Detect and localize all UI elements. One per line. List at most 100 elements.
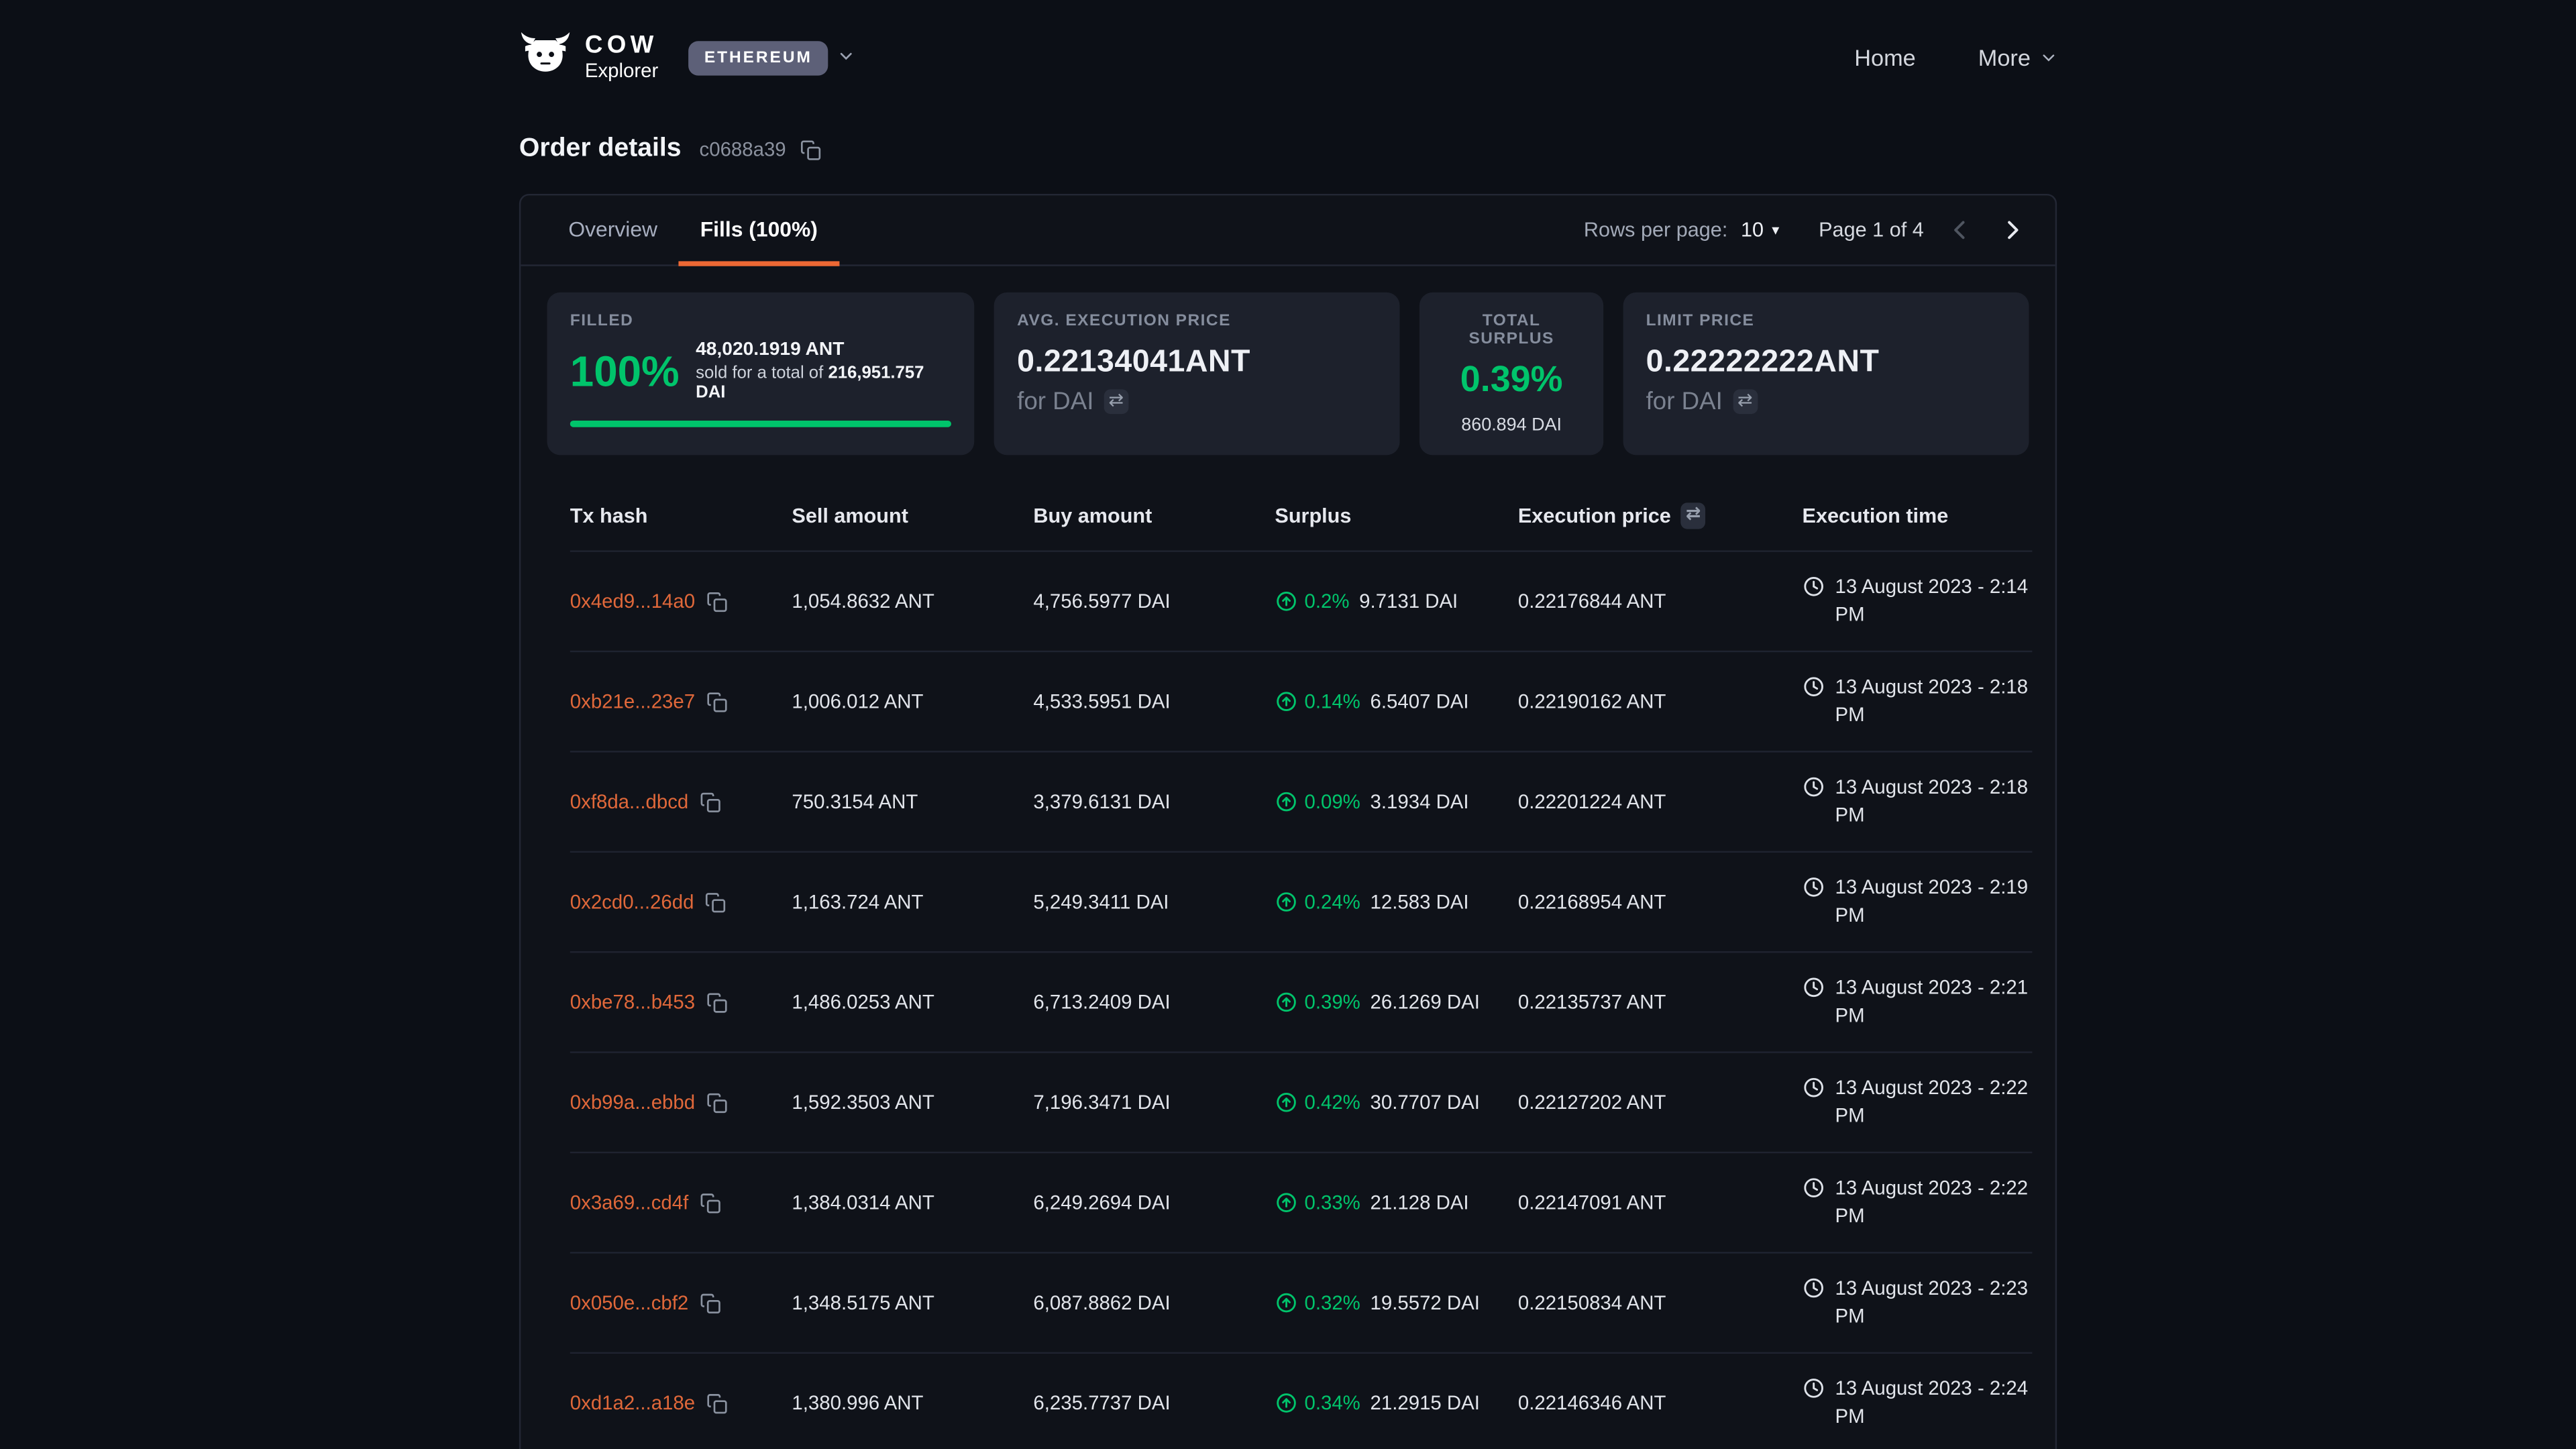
execution-time-cell: 13 August 2023 - 2:19 PM [1803,874,2049,930]
execution-time: 13 August 2023 - 2:14 PM [1835,574,2049,629]
sell-amount-cell: 1,348.5175 ANT [792,1291,1033,1314]
nav-more[interactable]: More [1978,44,2057,70]
swap-icon[interactable]: ⇄ [1733,388,1758,415]
surplus-percent: 0.42% [1304,1091,1360,1114]
clock-icon [1803,1377,1825,1399]
tx-hash-link[interactable]: 0xb99a...ebbd [570,1091,695,1114]
network-badge[interactable]: ETHEREUM [688,40,828,74]
clock-icon [1803,1277,1825,1299]
rows-per-page-value: 10 [1741,219,1764,241]
table-header: Tx hash Sell amount Buy amount Surplus E… [570,482,2033,552]
surplus-up-icon [1275,590,1297,612]
caret-down-icon: ▾ [1772,221,1779,239]
copy-icon[interactable] [801,139,822,160]
tx-hash-cell: 0xd1a2...a18e [570,1391,792,1414]
limit-price-value: 0.22222222ANT [1646,345,2006,381]
logo[interactable]: COW Explorer [519,32,658,84]
col-sell-amount: Sell amount [792,504,1033,527]
swap-icon[interactable]: ⇄ [1681,503,1706,529]
execution-price-cell: 0.22190162 ANT [1518,690,1803,713]
buy-amount-cell: 3,379.6131 DAI [1033,790,1275,813]
execution-time-cell: 13 August 2023 - 2:23 PM [1803,1275,2049,1330]
swap-icon[interactable]: ⇄ [1104,388,1128,415]
copy-icon[interactable] [706,691,728,712]
execution-time: 13 August 2023 - 2:23 PM [1835,1275,2049,1330]
surplus-amount: 12.583 DAI [1371,890,1469,913]
copy-icon[interactable] [706,892,727,913]
col-buy-amount: Buy amount [1033,504,1275,527]
copy-icon[interactable] [700,1192,721,1214]
copy-icon[interactable] [706,590,728,612]
chevron-down-icon [2041,44,2057,70]
clock-icon [1803,1176,1825,1199]
sell-amount-cell: 1,163.724 ANT [792,890,1033,913]
tx-hash-link[interactable]: 0xf8da...dbcd [570,790,688,813]
table-row: 0xf8da...dbcd 750.3154 ANT 3,379.6131 DA… [570,753,2033,853]
buy-amount-cell: 6,713.2409 DAI [1033,991,1275,1014]
execution-time: 13 August 2023 - 2:18 PM [1835,674,2049,729]
prev-page-button[interactable] [1943,213,1976,246]
surplus-percent: 0.14% [1304,690,1360,713]
surplus-up-icon [1275,1191,1297,1214]
limit-price-unit: for DAI ⇄ [1646,388,2006,416]
buy-amount-cell: 6,235.7737 DAI [1033,1391,1275,1414]
clock-icon [1803,976,1825,999]
page-status: Page 1 of 4 [1819,219,1924,241]
buy-amount-cell: 4,756.5977 DAI [1033,590,1275,612]
pagination: Rows per page: 10 ▾ Page 1 of 4 [1584,195,2029,264]
table-row: 0xb21e...23e7 1,006.012 ANT 4,533.5951 D… [570,652,2033,752]
tab-overview[interactable]: Overview [547,195,679,266]
clock-icon [1803,775,1825,798]
table-row: 0x3a69...cd4f 1,384.0314 ANT 6,249.2694 … [570,1153,2033,1253]
table-row: 0x4ed9...14a0 1,054.8632 ANT 4,756.5977 … [570,552,2033,652]
col-surplus: Surplus [1275,504,1517,527]
surplus-amount: 21.128 DAI [1371,1191,1469,1214]
copy-icon[interactable] [700,791,721,812]
execution-time-cell: 13 August 2023 - 2:18 PM [1803,773,2049,829]
surplus-cell: 0.39% 26.1269 DAI [1275,991,1517,1014]
tx-hash-link[interactable]: 0xd1a2...a18e [570,1391,695,1414]
cow-explorer-page: COW Explorer ETHEREUM Home More [0,0,2576,1449]
tab-fills[interactable]: Fills (100%) [679,195,839,266]
page-title: Order details [519,135,682,164]
surplus-amount: 30.7707 DAI [1371,1091,1480,1114]
next-page-button[interactable] [1996,213,2029,246]
tx-hash-link[interactable]: 0xb21e...23e7 [570,690,695,713]
total-surplus-card: TOTAL SURPLUS 0.39% 860.894 DAI [1419,292,1603,455]
chevron-down-icon [839,43,855,72]
execution-time-cell: 13 August 2023 - 2:22 PM [1803,1075,2049,1130]
limit-price-unit-label: for DAI [1646,388,1723,416]
copy-icon[interactable] [706,991,728,1013]
tx-hash-link[interactable]: 0x2cd0...26dd [570,890,694,913]
network-selector[interactable]: ETHEREUM [688,40,855,74]
surplus-cell: 0.24% 12.583 DAI [1275,890,1517,913]
filled-amounts: 48,020.1919 ANT sold for a total of 216,… [696,340,951,402]
tx-hash-link[interactable]: 0x4ed9...14a0 [570,590,695,612]
buy-amount-cell: 7,196.3471 DAI [1033,1091,1275,1114]
execution-time: 13 August 2023 - 2:19 PM [1835,874,2049,930]
rows-per-page-select[interactable]: 10 ▾ [1741,219,1779,241]
col-execution-time: Execution time [1803,504,2033,527]
buy-amount-cell: 6,249.2694 DAI [1033,1191,1275,1214]
clock-icon [1803,875,1825,898]
surplus-up-icon [1275,790,1297,813]
execution-time-cell: 13 August 2023 - 2:24 PM [1803,1375,2049,1431]
tx-hash-link[interactable]: 0xbe78...b453 [570,991,695,1014]
tx-hash-link[interactable]: 0x050e...cbf2 [570,1291,688,1314]
surplus-cell: 0.2% 9.7131 DAI [1275,590,1517,612]
tx-hash-cell: 0x2cd0...26dd [570,890,792,913]
surplus-percent: 0.09% [1304,790,1360,813]
avg-price-unit-label: for DAI [1017,388,1093,416]
copy-icon[interactable] [706,1393,728,1414]
nav-home[interactable]: Home [1854,44,1915,70]
clock-icon [1803,575,1825,598]
tx-hash-link[interactable]: 0x3a69...cd4f [570,1191,688,1214]
surplus-amount: 9.7131 DAI [1359,590,1458,612]
execution-price-cell: 0.22176844 ANT [1518,590,1803,612]
sell-amount-cell: 1,054.8632 ANT [792,590,1033,612]
execution-time-cell: 13 August 2023 - 2:18 PM [1803,674,2049,729]
copy-icon[interactable] [700,1292,721,1313]
tx-hash-cell: 0x4ed9...14a0 [570,590,792,612]
copy-icon[interactable] [706,1091,728,1113]
rows-per-page-label: Rows per page: [1584,219,1727,241]
